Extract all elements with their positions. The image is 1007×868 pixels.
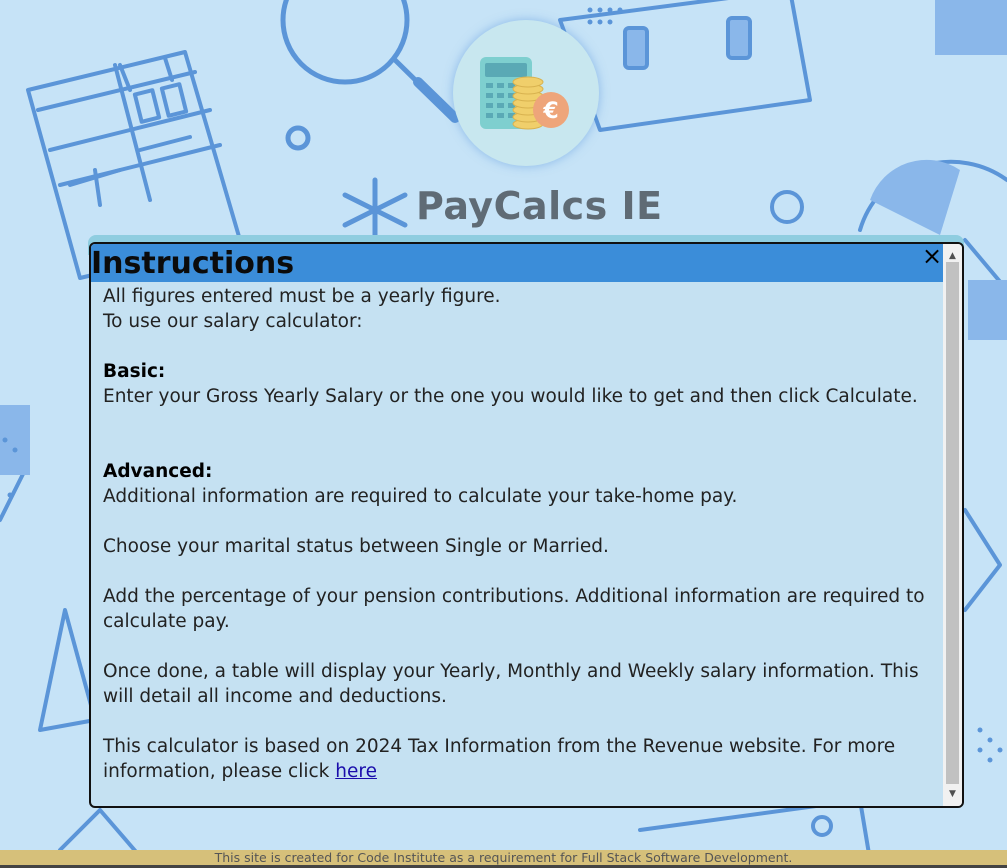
intro-line-2: To use our salary calculator: — [103, 311, 363, 332]
basic-text: Enter your Gross Yearly Salary or the on… — [103, 386, 918, 407]
magnifier-illustration — [280, 0, 460, 151]
asterisk-illustration — [342, 177, 408, 243]
modal-header: Instructions × — [91, 244, 943, 282]
site-title: PayCalcs IE — [416, 184, 663, 228]
revenue-paragraph: This calculator is based on 2024 Tax Inf… — [103, 734, 933, 784]
intro-line-1: All figures entered must be a yearly fig… — [103, 286, 501, 307]
table-text: Once done, a table will display your Yea… — [103, 661, 919, 707]
site-logo: € — [453, 20, 599, 166]
pie-illustration — [770, 0, 1007, 235]
basic-heading: Basic: — [103, 361, 166, 382]
scroll-down-icon[interactable]: ▼ — [943, 786, 962, 803]
pension-text: Add the percentage of your pension contr… — [103, 586, 925, 632]
advanced-heading: Advanced: — [103, 461, 213, 482]
modal-body: All figures entered must be a yearly fig… — [103, 284, 933, 784]
marital-text: Choose your marital status between Singl… — [103, 536, 609, 557]
calculator-coins-euro-icon: € — [480, 57, 569, 130]
svg-text:€: € — [542, 99, 558, 124]
modal-scrollbar[interactable]: ▲ ▼ — [943, 244, 962, 806]
close-icon[interactable]: × — [921, 244, 943, 268]
revenue-link[interactable]: here — [335, 761, 377, 782]
modal-title: Instructions — [91, 246, 295, 281]
scrollbar-thumb[interactable] — [946, 262, 959, 784]
revenue-text: This calculator is based on 2024 Tax Inf… — [103, 736, 896, 782]
instructions-modal: Instructions × All figures entered must … — [89, 242, 964, 808]
footer-text: This site is created for Code Institute … — [214, 850, 793, 865]
advanced-text: Additional information are required to c… — [103, 486, 738, 507]
